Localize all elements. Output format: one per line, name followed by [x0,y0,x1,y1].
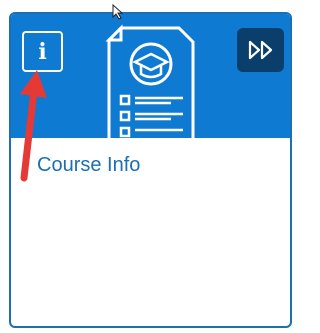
annotation-arrow [20,70,47,182]
course-card[interactable]: i Course Info [9,12,292,328]
expand-button[interactable] [237,28,284,72]
stage: i Course Info [0,0,294,333]
double-chevron-right-icon [248,40,272,60]
course-document-icon [105,24,195,140]
card-banner: i [11,14,290,140]
course-title-link[interactable]: Course Info [37,154,140,177]
mouse-cursor-icon [112,4,124,20]
